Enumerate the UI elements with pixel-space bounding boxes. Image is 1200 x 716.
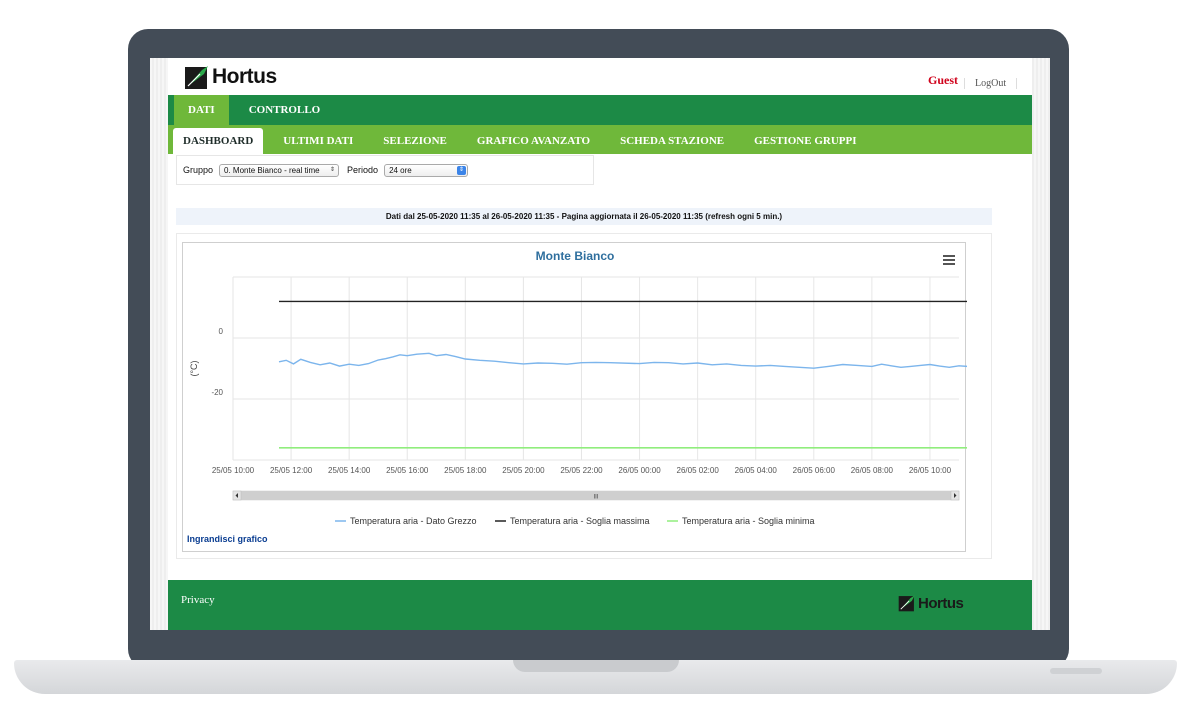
y-tick-label: 0 (219, 327, 224, 336)
x-tick-label: 26/05 10:00 (909, 466, 952, 475)
y-axis-title: (°C) (189, 360, 199, 376)
laptop-vent (1050, 668, 1102, 674)
enlarge-chart-link[interactable]: Ingrandisci grafico (187, 534, 268, 544)
x-tick-label: 25/05 12:00 (270, 466, 313, 475)
logo-text: Hortus (212, 65, 277, 88)
tab-scheda-stazione[interactable]: SCHEDA STAZIONE (610, 128, 734, 154)
app-page: Hortus Guest LogOut DATI CONTROLLO DASHB… (168, 58, 1032, 630)
temperature-chart: 25/05 10:00 25/05 12:00 25/05 14:00 25/05 1… (189, 276, 967, 526)
leaf-logo-icon (185, 66, 208, 89)
tab-gestione-gruppi[interactable]: GESTIONE GRUPPI (744, 128, 866, 154)
footer: Privacy Hortus (168, 580, 1032, 630)
group-label: Gruppo (183, 165, 214, 175)
x-tick-label: 26/05 02:00 (677, 466, 720, 475)
leaf-logo-icon (898, 595, 915, 612)
updown-arrow-icon: ⇕ (330, 166, 336, 173)
tab-ultimi-dati[interactable]: ULTIMI DATI (273, 128, 363, 154)
filter-bar: Gruppo 0. Monte Bianco - real time ⇕ Per… (176, 155, 594, 185)
tab-dati[interactable]: DATI (174, 95, 229, 125)
period-select-value: 24 ore (389, 165, 412, 175)
tab-controllo[interactable]: CONTROLLO (235, 95, 335, 125)
chart-container: Monte Bianco 25/05 10:00 25/05 12:00 25/05… (182, 242, 967, 552)
x-tick-label: 25/05 16:00 (386, 466, 429, 475)
y-tick-label: -20 (211, 388, 223, 397)
tab-selezione[interactable]: SELEZIONE (373, 128, 457, 154)
footer-logo: Hortus (898, 594, 964, 612)
scrollbar-grip-label: III (593, 495, 598, 501)
sub-nav: DASHBOARD ULTIMI DATI SELEZIONE GRAFICO … (168, 125, 1032, 154)
logout-link[interactable]: LogOut (964, 78, 1018, 89)
privacy-link[interactable]: Privacy (181, 594, 215, 606)
x-tick-label: 25/05 14:00 (328, 466, 371, 475)
updown-arrow-icon: ⇕ (457, 165, 467, 175)
x-tick-label: 26/05 08:00 (851, 466, 894, 475)
tab-dashboard[interactable]: DASHBOARD (173, 128, 264, 154)
group-select[interactable]: 0. Monte Bianco - real time ⇕ (219, 163, 340, 177)
group-select-value: 0. Monte Bianco - real time (224, 165, 320, 175)
legend-label: Temperatura aria - Soglia massima (510, 516, 650, 526)
x-tick-label: 26/05 00:00 (618, 466, 661, 475)
laptop-notch (513, 660, 679, 672)
x-tick-label: 25/05 20:00 (502, 466, 545, 475)
legend-label: Temperatura aria - Dato Grezzo (350, 516, 477, 526)
data-range-info: Dati dal 25-05-2020 11:35 al 26-05-2020 … (176, 208, 992, 225)
period-label: Periodo (347, 165, 379, 175)
x-tick-label: 26/05 06:00 (793, 466, 836, 475)
stage: Hortus Guest LogOut DATI CONTROLLO DASHB… (0, 0, 1200, 716)
laptop-screen: Hortus Guest LogOut DATI CONTROLLO DASHB… (150, 58, 1050, 630)
x-tick-label: 26/05 04:00 (735, 466, 778, 475)
main-nav: DATI CONTROLLO (168, 95, 1032, 125)
footer-logo-text: Hortus (918, 594, 964, 612)
series-line (278, 352, 967, 369)
period-select[interactable]: 24 ore ⇕ (384, 163, 469, 177)
user-name: Guest (928, 73, 958, 87)
chart-panel: Monte Bianco 25/05 10:00 25/05 12:00 25/05… (176, 233, 992, 559)
x-tick-label: 25/05 10:00 (212, 466, 255, 475)
x-tick-label: 25/05 22:00 (560, 466, 603, 475)
tab-grafico-avanzato[interactable]: GRAFICO AVANZATO (467, 128, 600, 154)
header-logo[interactable]: Hortus (184, 62, 277, 92)
legend-label: Temperatura aria - Soglia minima (682, 516, 815, 526)
x-tick-label: 25/05 18:00 (444, 466, 487, 475)
